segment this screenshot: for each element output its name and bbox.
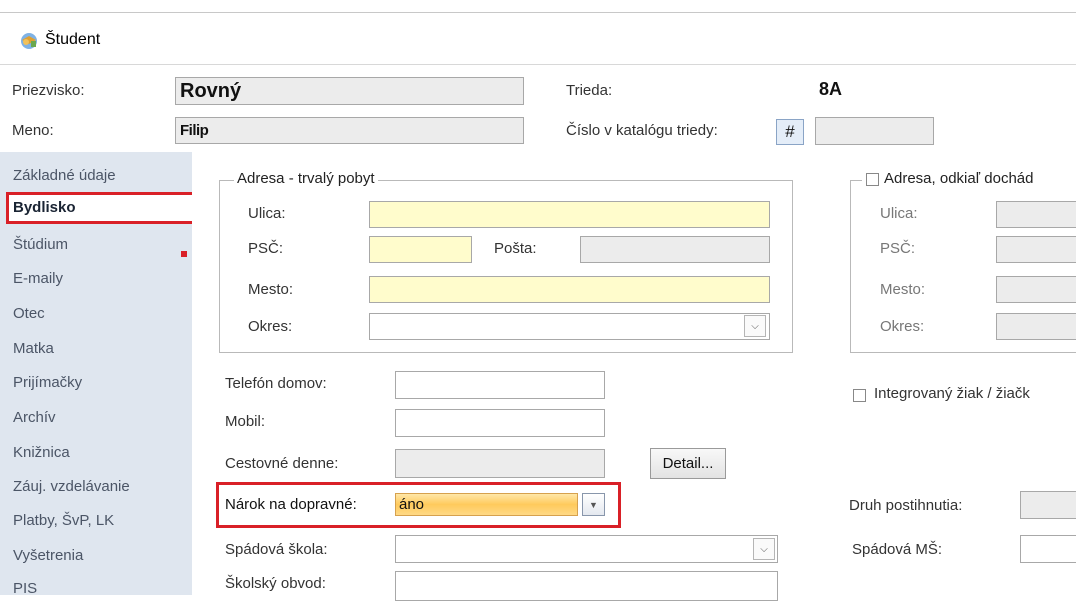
name-field[interactable]: Filip [175,117,524,144]
disability-label: Druh postihnutia: [849,497,963,514]
commute-daily-input[interactable] [395,449,605,478]
commute-address-legend: Adresa, odkiaľ dochád [881,170,1037,187]
name-value: Filip [180,122,209,139]
school-district-label: Školský obvod: [225,575,326,592]
mobile-input[interactable] [395,409,605,437]
catalog-number-field[interactable] [815,117,934,145]
commute-zip-label: PSČ: [880,240,916,257]
title-bar [0,13,1076,65]
permanent-address-legend: Adresa - trvalý pobyt [234,170,378,187]
integrated-student-checkbox[interactable] [853,389,866,402]
sidebar-item-vysetrenia[interactable]: Vyšetrenia [13,547,83,564]
sidebar-item-kniznica[interactable]: Knižnica [13,444,70,461]
highlight-transport-claim [216,482,621,528]
surname-label: Priezvisko: [12,82,85,99]
highlight-bydlisko [6,192,202,224]
sidebar-item-zakladne-udaje[interactable]: Základné údaje [13,167,116,184]
catchment-ms-select[interactable] [1020,535,1076,563]
sidebar-item-e-maily[interactable]: E-maily [13,270,63,287]
chevron-down-icon[interactable]: ⌵ [744,315,766,337]
catchment-school-label: Spádová škola: [225,541,328,558]
commute-district-select[interactable] [996,313,1076,340]
commute-city-input[interactable] [996,276,1076,303]
student-icon [21,33,37,49]
surname-field[interactable]: Rovný [175,77,524,105]
city-label: Mesto: [248,281,294,298]
sidebar-item-studium[interactable]: Štúdium [13,236,68,253]
sidebar-item-platby[interactable]: Platby, ŠvP, LK [13,512,114,529]
school-district-input[interactable] [395,571,778,601]
street-label: Ulica: [248,205,286,222]
sidebar-item-archiv[interactable]: Archív [13,409,56,426]
phone-home-label: Telefón domov: [225,375,327,392]
sidebar-item-matka[interactable]: Matka [13,340,54,357]
commute-address-checkbox[interactable] [866,173,879,186]
zip-label: PSČ: [248,240,284,257]
district-label: Okres: [248,318,293,335]
phone-home-input[interactable] [395,371,605,399]
post-input[interactable] [580,236,770,263]
catalog-number-button[interactable]: # [776,119,804,145]
sidebar-item-pis[interactable]: PIS [13,580,37,597]
commute-street-label: Ulica: [880,205,918,222]
detail-button[interactable]: Detail... [650,448,726,479]
red-marker [181,251,187,257]
commute-street-input[interactable] [996,201,1076,228]
mobile-label: Mobil: [225,413,266,430]
name-label: Meno: [12,122,54,139]
zip-input[interactable] [369,236,472,263]
catalog-number-label: Číslo v katalógu triedy: [566,122,718,139]
catchment-ms-label: Spádová MŠ: [852,541,943,558]
class-value: 8A [819,79,843,99]
sidebar-item-zauj-vzdelavanie[interactable]: Záuj. vzdelávanie [13,478,130,495]
disability-select[interactable] [1020,491,1076,519]
chevron-down-icon[interactable]: ⌵ [753,538,775,560]
district-select[interactable] [369,313,770,340]
city-input[interactable] [369,276,770,303]
class-label: Trieda: [566,82,613,99]
catchment-school-select[interactable] [395,535,778,563]
sidebar-item-otec[interactable]: Otec [13,305,45,322]
street-input[interactable] [369,201,770,228]
commute-daily-label: Cestovné denne: [225,455,339,472]
integrated-student-label: Integrovaný žiak / žiačk [874,385,1030,402]
commute-district-label: Okres: [880,318,925,335]
commute-zip-input[interactable] [996,236,1076,263]
surname-value: Rovný [180,80,242,102]
window-title: Študent [45,31,101,48]
commute-city-label: Mesto: [880,281,926,298]
sidebar-item-prijimacky[interactable]: Prijímačky [13,374,82,391]
post-label: Pošta: [494,240,537,257]
